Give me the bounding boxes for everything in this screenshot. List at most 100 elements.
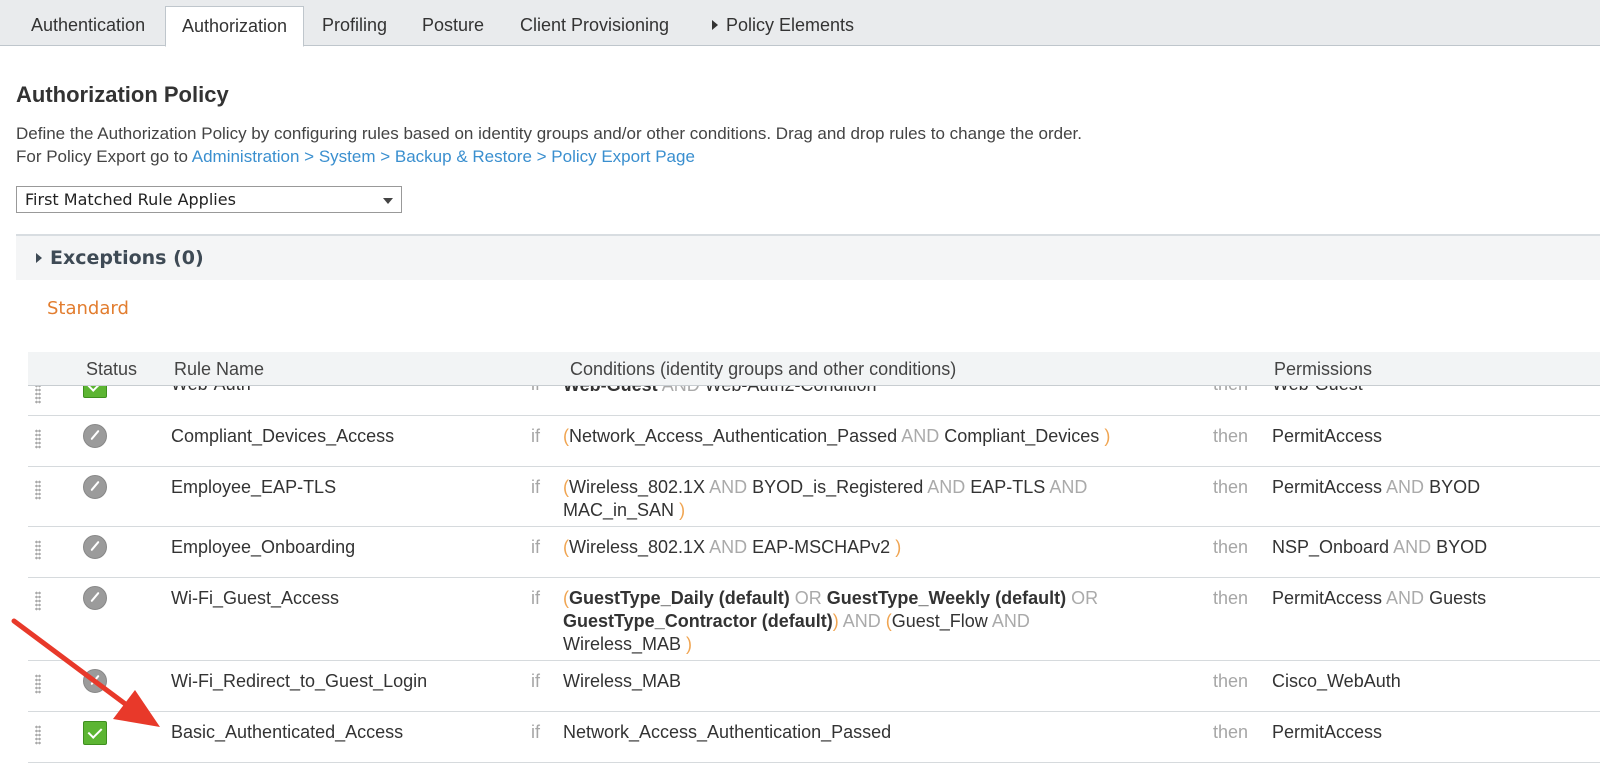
rule-permissions[interactable]: PermitAccess [1272, 426, 1382, 447]
rule-conditions[interactable]: (GuestType_Daily (default) OR GuestType_… [563, 587, 1123, 656]
tab-policy-elements-label: Policy Elements [726, 15, 855, 35]
permission: NSP_Onboard [1272, 537, 1390, 557]
header-rule-name: Rule Name [174, 359, 265, 379]
permission: BYOD [1429, 477, 1481, 497]
drag-handle-icon[interactable] [35, 674, 41, 694]
permission: BYOD [1436, 537, 1488, 557]
close-paren: ) [686, 634, 693, 654]
condition: MAC_in_SAN [563, 500, 675, 520]
permission: Guests [1429, 588, 1487, 608]
close-paren: ) [1104, 426, 1111, 446]
permission: PermitAccess [1272, 588, 1383, 608]
rule-conditions[interactable]: (Network_Access_Authentication_Passed AN… [563, 425, 1123, 448]
rule-name[interactable]: Employee_EAP-TLS [171, 477, 336, 498]
drag-handle-icon[interactable] [35, 384, 41, 404]
description-text: Define the Authorization Policy by confi… [16, 124, 1082, 143]
close-paren: ) [895, 537, 902, 557]
table-row[interactable]: Wi-Fi_Redirect_to_Guest_Login if Wireles… [28, 661, 1600, 712]
drag-handle-icon[interactable] [35, 480, 41, 500]
condition: GuestType_Daily (default) [569, 588, 790, 608]
condition: Wireless_802.1X [569, 537, 706, 557]
tab-posture[interactable]: Posture [406, 6, 500, 46]
and-operator: AND [901, 426, 940, 446]
rule-match-select[interactable]: First Matched Rule Applies [16, 186, 402, 213]
tab-client-provisioning[interactable]: Client Provisioning [504, 6, 685, 46]
if-keyword: if [531, 671, 540, 691]
standard-section-label: Standard [47, 298, 129, 319]
table-row[interactable]: Wi-Fi_Guest_Access if (GuestType_Daily (… [28, 578, 1600, 661]
condition: EAP-TLS [970, 477, 1046, 497]
exceptions-label: Exceptions (0) [50, 247, 204, 269]
condition: Wireless_MAB [563, 671, 682, 691]
condition: Guest_Flow [891, 611, 988, 631]
rule-permissions[interactable]: PermitAccess [1272, 722, 1382, 743]
and-operator: AND [709, 477, 748, 497]
rule-conditions[interactable]: (Wireless_802.1X AND BYOD_is_Registered … [563, 476, 1123, 522]
and-operator: AND [927, 477, 966, 497]
drag-handle-icon[interactable] [35, 725, 41, 745]
then-keyword: then [1213, 671, 1249, 691]
status-disabled-icon[interactable] [83, 424, 107, 448]
rule-name[interactable]: Wi-Fi_Guest_Access [171, 588, 339, 609]
status-disabled-icon[interactable] [83, 586, 107, 610]
or-operator: OR [1071, 588, 1099, 608]
then-keyword: then [1213, 537, 1249, 557]
condition: Wireless_802.1X [569, 477, 706, 497]
top-tab-bar: Authentication Authorization Profiling P… [0, 0, 1600, 47]
close-paren: ) [832, 611, 839, 631]
rule-permissions[interactable]: Cisco_WebAuth [1272, 671, 1401, 692]
tab-authorization[interactable]: Authorization [165, 6, 305, 47]
status-disabled-icon[interactable] [83, 535, 107, 559]
and-operator: AND [1386, 588, 1425, 608]
and-operator: AND [991, 611, 1030, 631]
if-keyword: if [531, 426, 540, 446]
close-paren: ) [679, 500, 686, 520]
expand-arrow-icon [36, 253, 42, 263]
table-row[interactable]: Basic_Authenticated_Access if Network_Ac… [28, 712, 1600, 763]
status-disabled-icon[interactable] [83, 669, 107, 693]
condition: Compliant_Devices [944, 426, 1100, 446]
then-keyword: then [1213, 477, 1249, 497]
rule-name[interactable]: Employee_Onboarding [171, 537, 355, 558]
rule-name[interactable]: Compliant_Devices_Access [171, 426, 394, 447]
page-description: Define the Authorization Policy by confi… [16, 122, 1082, 168]
condition: GuestType_Contractor (default) [563, 611, 833, 631]
policy-table: Status Rule Name Conditions (identity gr… [28, 352, 1600, 779]
condition: BYOD_is_Registered [752, 477, 924, 497]
table-row[interactable]: Employee_EAP-TLS if (Wireless_802.1X AND… [28, 467, 1600, 527]
rule-conditions[interactable]: Network_Access_Authentication_Passed [563, 721, 1123, 744]
drag-handle-icon[interactable] [35, 540, 41, 560]
and-operator: AND [709, 537, 748, 557]
status-disabled-icon[interactable] [83, 475, 107, 499]
drag-handle-icon[interactable] [35, 591, 41, 611]
policy-export-link[interactable]: Administration > System > Backup & Resto… [192, 147, 695, 166]
rule-conditions[interactable]: (Wireless_802.1X AND EAP-MSCHAPv2 ) [563, 536, 1123, 559]
rule-permissions[interactable]: PermitAccess AND Guests [1272, 588, 1486, 609]
table-row[interactable]: Employee_Onboarding if (Wireless_802.1X … [28, 527, 1600, 578]
and-operator: AND [1386, 477, 1425, 497]
exceptions-section [16, 234, 1600, 280]
tab-authentication[interactable]: Authentication [15, 6, 161, 46]
drag-handle-icon[interactable] [35, 429, 41, 449]
then-keyword: then [1213, 588, 1249, 608]
exceptions-toggle[interactable]: Exceptions (0) [36, 247, 204, 269]
tab-policy-elements[interactable]: Policy Elements [696, 6, 870, 46]
or-operator: OR [794, 588, 822, 608]
and-operator: AND [1049, 477, 1088, 497]
then-keyword: then [1213, 722, 1249, 742]
tab-profiling[interactable]: Profiling [306, 6, 403, 46]
table-row[interactable]: Compliant_Devices_Access if (Network_Acc… [28, 416, 1600, 467]
rule-permissions[interactable]: PermitAccess AND BYOD [1272, 477, 1480, 498]
export-prefix: For Policy Export go to [16, 147, 192, 166]
expand-arrow-icon [712, 20, 718, 30]
if-keyword: if [531, 588, 540, 608]
condition: Network_Access_Authentication_Passed [563, 722, 892, 742]
rule-conditions[interactable]: Wireless_MAB [563, 670, 1123, 693]
status-enabled-icon[interactable] [83, 721, 107, 745]
if-keyword: if [531, 477, 540, 497]
rule-name[interactable]: Wi-Fi_Redirect_to_Guest_Login [171, 671, 427, 692]
permission: PermitAccess [1272, 477, 1383, 497]
rule-name[interactable]: Basic_Authenticated_Access [171, 722, 403, 743]
page-title: Authorization Policy [16, 82, 229, 107]
rule-permissions[interactable]: NSP_Onboard AND BYOD [1272, 537, 1487, 558]
